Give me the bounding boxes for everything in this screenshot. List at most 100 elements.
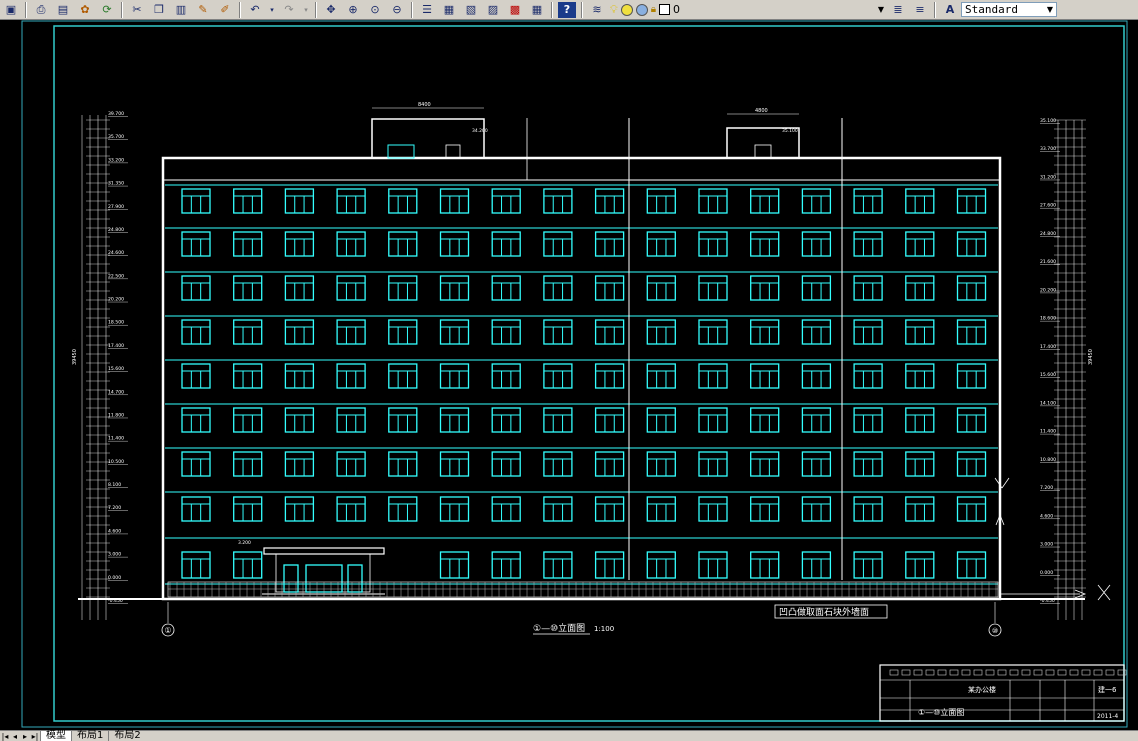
titleblock-cell — [961, 669, 971, 676]
redo-icon[interactable]: ↷ — [280, 2, 298, 18]
etransmit-icon[interactable]: ⟳ — [98, 2, 116, 18]
window — [853, 363, 883, 389]
toolbar-separator — [411, 1, 413, 18]
axis-label-right: ⑩ — [992, 627, 998, 635]
tab-first-icon[interactable]: |◂ — [0, 732, 10, 741]
layer-previous-icon[interactable]: ≡ — [911, 2, 929, 18]
window — [905, 231, 935, 257]
print-icon[interactable]: ⎙ — [32, 2, 50, 18]
make-current-layer-icon[interactable]: ≣ — [889, 2, 907, 18]
standard-toolbar: ▣ ⎙ ▤ ✿ ⟳ ✂ ❐ ▥ ✎ ✐ ↶ ▾ ↷ ▾ ✥ ⊕ ⊙ ⊖ ☰ ▦ … — [0, 0, 1138, 20]
window — [439, 496, 470, 522]
tool-palettes-icon[interactable]: ▧ — [462, 2, 480, 18]
block-editor-icon[interactable]: ✐ — [216, 2, 234, 18]
roof-window — [445, 144, 461, 159]
window — [233, 407, 263, 433]
window — [801, 319, 832, 345]
window — [853, 451, 883, 477]
tab-layout1[interactable]: 布局1 — [71, 731, 108, 741]
right-elevation-mark: 4.600 — [1040, 513, 1053, 519]
window — [284, 451, 315, 477]
copy-icon[interactable]: ❐ — [150, 2, 168, 18]
right-elevation-mark: 15.600 — [1040, 372, 1056, 378]
zoom-previous-icon[interactable]: ⊖ — [388, 2, 406, 18]
window — [698, 275, 728, 301]
window — [594, 231, 625, 257]
markup-icon[interactable]: ▩ — [506, 2, 524, 18]
window — [181, 188, 211, 214]
tab-prev-icon[interactable]: ◂ — [10, 732, 20, 741]
calculator-icon[interactable]: ▦ — [528, 2, 546, 18]
window — [181, 496, 211, 522]
window — [750, 231, 780, 257]
entrance-canopy — [263, 547, 385, 555]
text-style-dropdown[interactable]: Standard ▼ — [961, 2, 1058, 17]
right-elevation-mark: 3.000 — [1040, 542, 1053, 548]
window — [284, 319, 315, 345]
undo-icon[interactable]: ↶ — [246, 2, 264, 18]
window — [491, 407, 521, 433]
drawing-canvas[interactable]: 39.700 35.700 33.200 31.350 27.900 24.800 24.6… — [0, 20, 1138, 730]
window — [181, 275, 211, 301]
lightbulb-icon[interactable]: 💡︎ — [610, 3, 618, 17]
zoom-realtime-icon[interactable]: ⊕ — [344, 2, 362, 18]
window — [698, 319, 728, 345]
cut-icon[interactable]: ✂ — [128, 2, 146, 18]
help-icon[interactable]: ? — [558, 1, 576, 18]
paste-icon[interactable]: ▥ — [172, 2, 190, 18]
window — [956, 188, 987, 214]
properties-icon[interactable]: ☰ — [418, 2, 436, 18]
match-properties-icon[interactable]: ✎ — [194, 2, 212, 18]
window — [543, 451, 573, 477]
undo-dropdown-icon[interactable]: ▾ — [268, 2, 276, 18]
window — [336, 407, 366, 433]
titleblock-cell — [949, 669, 959, 676]
window — [594, 363, 625, 389]
tab-model[interactable]: 模型 — [40, 731, 71, 741]
elevation-drawing[interactable]: 39.700 35.700 33.200 31.350 27.900 24.800 24.6… — [0, 20, 1138, 730]
window — [181, 451, 211, 477]
left-elevation-mark: 18.500 — [108, 320, 124, 326]
entrance-door — [347, 564, 363, 593]
window — [594, 496, 625, 522]
window — [388, 319, 418, 345]
chevron-down-icon[interactable]: ▼ — [1047, 5, 1053, 14]
chevron-down-icon[interactable]: ▼ — [878, 5, 884, 14]
window — [750, 496, 780, 522]
right-elevation-mark: 20.200 — [1040, 287, 1056, 293]
design-center-icon[interactable]: ▦ — [440, 2, 458, 18]
window — [594, 407, 625, 433]
titleblock-date: 2011-4 — [1097, 713, 1118, 720]
window — [491, 451, 521, 477]
text-style-icon[interactable]: A — [941, 2, 959, 18]
window — [543, 319, 573, 345]
redo-dropdown-icon[interactable]: ▾ — [302, 2, 310, 18]
layer-dropdown[interactable]: ▼ — [682, 2, 887, 17]
sun-icon[interactable] — [620, 3, 633, 16]
tab-layout2[interactable]: 布局2 — [108, 731, 145, 741]
lock-icon[interactable]: 🔒︎ — [651, 4, 656, 15]
window — [233, 319, 263, 345]
window — [905, 496, 935, 522]
window — [698, 407, 728, 433]
layer-manager-icon[interactable]: ≋ — [588, 2, 606, 18]
save-icon[interactable]: ▣ — [2, 2, 20, 18]
sheet-set-icon[interactable]: ▨ — [484, 2, 502, 18]
zoom-window-icon[interactable]: ⊙ — [366, 2, 384, 18]
tab-next-icon[interactable]: ▸ — [20, 732, 30, 741]
publish-icon[interactable]: ✿ — [76, 2, 94, 18]
layer-control[interactable]: 💡︎ 🔒︎ 0 — [610, 2, 680, 18]
viewport-freeze-icon[interactable] — [635, 3, 648, 16]
plot-preview-icon[interactable]: ▤ — [54, 2, 72, 18]
window — [284, 496, 315, 522]
pan-icon[interactable]: ✥ — [322, 2, 340, 18]
left-elevation-mark: 24.800 — [108, 227, 124, 233]
title-block: 某办公楼 ①—⑩立面图 建一6 2011-4 — [879, 664, 1127, 722]
window — [646, 407, 676, 433]
right-elevation-mark: 11.400 — [1040, 429, 1056, 435]
window — [646, 319, 676, 345]
titleblock-cell — [1093, 669, 1103, 676]
window — [543, 275, 573, 301]
tab-last-icon[interactable]: ▸| — [30, 732, 40, 741]
toolbar-separator — [121, 1, 123, 18]
